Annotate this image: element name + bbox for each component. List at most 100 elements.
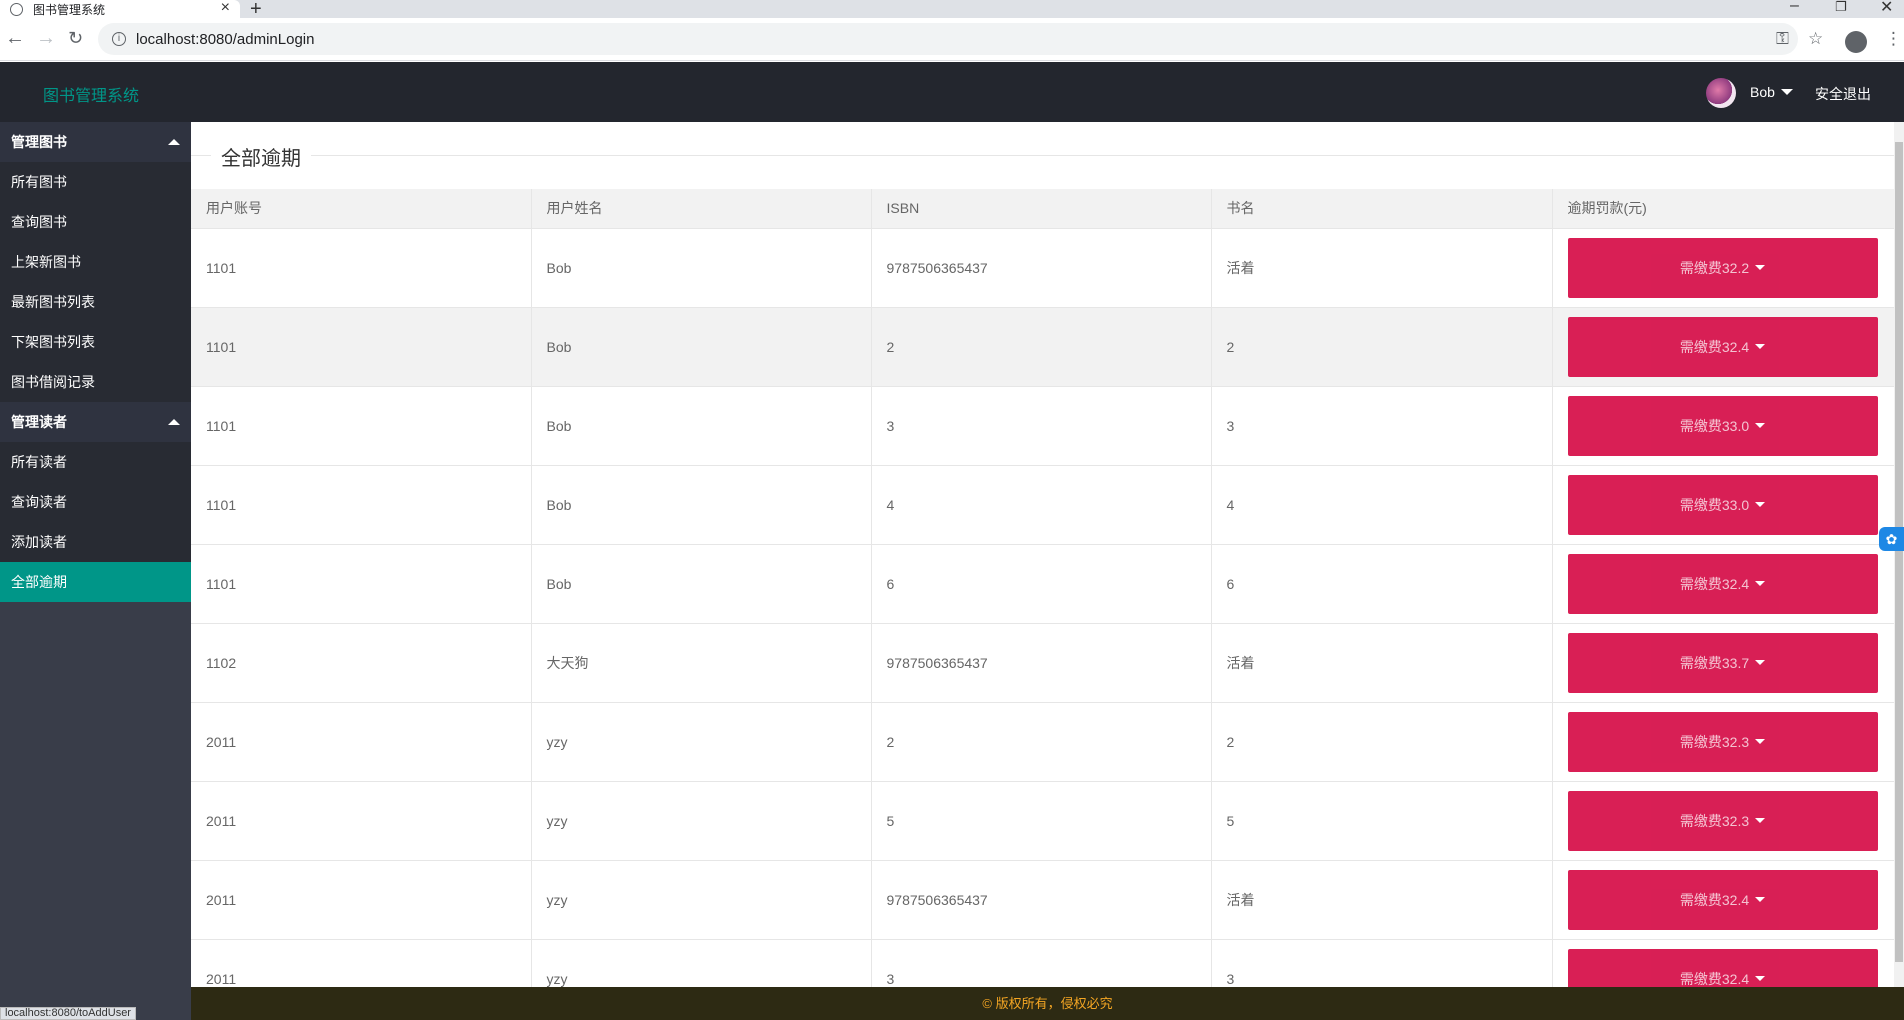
cell-account: 2011 — [191, 939, 532, 987]
fine-dropdown-button[interactable]: 需缴费33.7 — [1567, 632, 1878, 693]
caret-down-icon — [1755, 502, 1766, 507]
caret-down-icon — [1755, 739, 1766, 744]
sidebar-item-add-reader[interactable]: 添加读者 — [0, 522, 191, 562]
menu-kebab-icon[interactable]: ⋮ — [1885, 29, 1902, 49]
table-row: 1101 Bob 2 2 需缴费32.4 — [191, 307, 1894, 387]
caret-down-icon — [1755, 581, 1766, 586]
table-row: 1101 Bob 6 6 需缴费32.4 — [191, 544, 1894, 624]
sidebar-item-borrow-records[interactable]: 图书借阅记录 — [0, 362, 191, 402]
fine-dropdown-button[interactable]: 需缴费32.4 — [1567, 948, 1878, 987]
fine-dropdown-button[interactable]: 需缴费33.0 — [1567, 395, 1878, 456]
vertical-scrollbar[interactable] — [1894, 122, 1904, 987]
cell-account: 1102 — [191, 623, 532, 703]
cell-name: Bob — [531, 307, 872, 387]
brand-title[interactable]: 图书管理系统 — [43, 82, 139, 106]
cell-fine: 需缴费32.3 — [1552, 702, 1894, 782]
fine-label: 需缴费32.3 — [1679, 733, 1750, 750]
cell-account: 1101 — [191, 386, 532, 466]
cell-fine: 需缴费32.4 — [1552, 307, 1894, 387]
main-content: 全部逾期 用户账号 用户姓名 ISBN 书名 逾期罚款(元) 1101 Bob 97… — [191, 122, 1894, 987]
cell-book: 3 — [1211, 386, 1553, 466]
cell-isbn: 2 — [871, 307, 1212, 387]
fine-dropdown-button[interactable]: 需缴费32.4 — [1567, 869, 1878, 930]
table-row: 1101 Bob 3 3 需缴费33.0 — [191, 386, 1894, 466]
cell-account: 2011 — [191, 860, 532, 940]
table-row: 2011 yzy 2 2 需缴费32.3 — [191, 702, 1894, 782]
cell-isbn: 9787506365437 — [871, 623, 1212, 703]
restore-icon[interactable]: ❐ — [1835, 0, 1847, 15]
caret-up-icon — [168, 419, 180, 425]
url-input[interactable]: i localhost:8080/adminLogin — [98, 23, 1798, 55]
column-header-book: 书名 — [1211, 189, 1553, 229]
fine-dropdown-button[interactable]: 需缴费32.4 — [1567, 553, 1878, 614]
footer: © 版权所有，侵权必究 — [191, 987, 1904, 1020]
page-title: 全部逾期 — [211, 142, 311, 171]
cell-fine: 需缴费33.0 — [1552, 465, 1894, 545]
user-name: Bob — [1750, 84, 1775, 100]
back-icon[interactable]: ← — [5, 28, 25, 48]
sidebar-group-readers[interactable]: 管理读者 — [0, 402, 191, 442]
browser-tab[interactable]: 图书管理系统 × — [0, 0, 240, 18]
sidebar-item-all-overdue[interactable]: 全部逾期 — [0, 562, 191, 602]
table-row: 2011 yzy 9787506365437 活着 需缴费32.4 — [191, 860, 1894, 940]
user-menu[interactable]: Bob — [1750, 84, 1793, 100]
browser-tab-strip: 图书管理系统 × + – ❐ ✕ — [0, 0, 1904, 20]
caret-down-icon — [1755, 344, 1766, 349]
table-row: 1101 Bob 9787506365437 活着 需缴费32.2 — [191, 228, 1894, 308]
caret-down-icon — [1755, 818, 1766, 823]
cell-account: 1101 — [191, 465, 532, 545]
sidebar-item-latest-books[interactable]: 最新图书列表 — [0, 282, 191, 322]
cell-fine: 需缴费33.0 — [1552, 386, 1894, 466]
reload-icon[interactable]: ↻ — [68, 28, 83, 48]
cell-isbn: 3 — [871, 939, 1212, 987]
sidebar-item-all-books[interactable]: 所有图书 — [0, 162, 191, 202]
fine-dropdown-button[interactable]: 需缴费32.2 — [1567, 237, 1878, 298]
column-header-fine: 逾期罚款(元) — [1552, 189, 1894, 229]
sidebar-item-add-book[interactable]: 上架新图书 — [0, 242, 191, 282]
cell-book: 活着 — [1211, 623, 1553, 703]
sidebar-item-all-readers[interactable]: 所有读者 — [0, 442, 191, 482]
fine-dropdown-button[interactable]: 需缴费32.3 — [1567, 790, 1878, 851]
table-header-row: 用户账号 用户姓名 ISBN 书名 逾期罚款(元) — [191, 189, 1894, 229]
sidebar-item-search-books[interactable]: 查询图书 — [0, 202, 191, 242]
cell-isbn: 2 — [871, 702, 1212, 782]
cell-account: 1101 — [191, 228, 532, 308]
caret-down-icon — [1755, 423, 1766, 428]
minimize-icon[interactable]: – — [1790, 0, 1799, 15]
sidebar-item-removed-books[interactable]: 下架图书列表 — [0, 322, 191, 362]
caret-down-icon — [1755, 897, 1766, 902]
fine-dropdown-button[interactable]: 需缴费33.0 — [1567, 474, 1878, 535]
sidebar-group-books[interactable]: 管理图书 — [0, 122, 191, 162]
column-header-account: 用户账号 — [191, 189, 532, 229]
cell-fine: 需缴费32.4 — [1552, 544, 1894, 624]
cell-book: 活着 — [1211, 860, 1553, 940]
cell-name: yzy — [531, 781, 872, 861]
window-close-icon[interactable]: ✕ — [1880, 0, 1893, 17]
sidebar-item-search-readers[interactable]: 查询读者 — [0, 482, 191, 522]
scrollbar-thumb[interactable] — [1895, 142, 1903, 962]
fine-label: 需缴费32.2 — [1679, 259, 1750, 276]
fine-dropdown-button[interactable]: 需缴费32.4 — [1567, 316, 1878, 377]
browser-profile-icon[interactable] — [1845, 31, 1867, 53]
cell-book: 4 — [1211, 465, 1553, 545]
browser-tab-title: 图书管理系统 — [33, 2, 106, 17]
user-avatar[interactable] — [1706, 78, 1736, 108]
table-row: 2011 yzy 3 3 需缴费32.4 — [191, 939, 1894, 987]
cell-book: 2 — [1211, 307, 1553, 387]
table-row: 1101 Bob 4 4 需缴费33.0 — [191, 465, 1894, 545]
caret-down-icon — [1755, 265, 1766, 270]
cell-name: yzy — [531, 860, 872, 940]
key-icon[interactable]: ⚿ — [1776, 29, 1789, 49]
close-tab-icon[interactable]: × — [221, 0, 230, 16]
status-url: localhost:8080/toAddUser — [0, 1007, 136, 1020]
cell-account: 1101 — [191, 307, 532, 387]
logout-link[interactable]: 安全退出 — [1815, 84, 1871, 104]
bookmark-star-icon[interactable]: ☆ — [1808, 29, 1823, 49]
cell-name: Bob — [531, 386, 872, 466]
forward-icon[interactable]: → — [36, 28, 56, 48]
fine-dropdown-button[interactable]: 需缴费32.3 — [1567, 711, 1878, 772]
cell-book: 6 — [1211, 544, 1553, 624]
site-info-icon[interactable]: i — [112, 32, 126, 46]
cell-account: 1101 — [191, 544, 532, 624]
float-assist-icon[interactable]: ✿ — [1879, 527, 1904, 551]
